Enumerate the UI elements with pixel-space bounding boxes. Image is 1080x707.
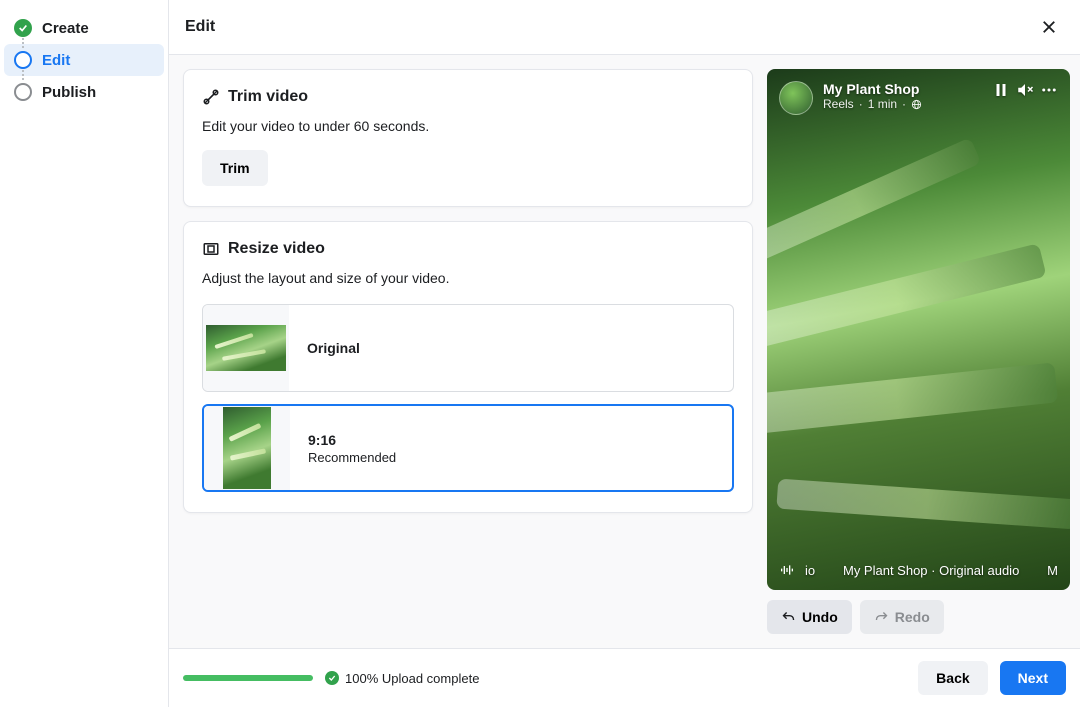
step-publish-label: Publish — [42, 84, 96, 101]
step-edit-label: Edit — [42, 52, 70, 69]
thumb-9-16 — [204, 406, 290, 490]
resize-icon — [202, 240, 220, 258]
back-button[interactable]: Back — [918, 661, 987, 695]
resize-option-original[interactable]: Original — [202, 304, 734, 392]
video-preview[interactable]: My Plant Shop Reels· 1 min· — [767, 69, 1070, 590]
avatar — [779, 81, 813, 115]
resize-option-9-16[interactable]: 9:16 Recommended — [202, 404, 734, 492]
thumb-original — [203, 305, 289, 391]
audio-text: My Plant Shop · Original audio — [825, 563, 1037, 578]
undo-icon — [781, 610, 796, 625]
footer: 100% Upload complete Back Next — [169, 648, 1080, 707]
trim-button[interactable]: Trim — [202, 150, 268, 186]
redo-icon — [874, 610, 889, 625]
trim-icon — [202, 88, 220, 106]
circle-icon — [14, 83, 32, 101]
circle-icon — [14, 51, 32, 69]
undo-button[interactable]: Undo — [767, 600, 852, 634]
close-icon — [1040, 18, 1058, 36]
header: Edit — [169, 0, 1080, 55]
upload-status-text: 100% Upload complete — [345, 671, 479, 686]
resize-desc: Adjust the layout and size of your video… — [202, 270, 734, 286]
upload-progress — [183, 675, 313, 681]
close-button[interactable] — [1034, 12, 1064, 42]
resize-title: Resize video — [228, 240, 325, 258]
trim-desc: Edit your video to under 60 seconds. — [202, 118, 734, 134]
step-create[interactable]: Create — [4, 12, 164, 44]
page-title: Edit — [185, 18, 215, 36]
pause-icon[interactable] — [992, 81, 1010, 99]
resize-card: Resize video Adjust the layout and size … — [183, 221, 753, 513]
next-button[interactable]: Next — [1000, 661, 1066, 695]
trim-title: Trim video — [228, 88, 308, 106]
step-edit[interactable]: Edit — [4, 44, 164, 76]
option-ratio-label: 9:16 — [308, 432, 396, 448]
audio-icon — [779, 562, 795, 578]
option-reco-label: Recommended — [308, 450, 396, 465]
check-icon — [325, 671, 339, 685]
step-create-label: Create — [42, 20, 89, 37]
preview-meta: Reels· 1 min· — [823, 97, 982, 111]
redo-button[interactable]: Redo — [860, 600, 944, 634]
volume-muted-icon[interactable] — [1016, 81, 1034, 99]
trim-card: Trim video Edit your video to under 60 s… — [183, 69, 753, 207]
preview-name: My Plant Shop — [823, 81, 982, 97]
sidebar: Create Edit Publish — [0, 0, 169, 707]
more-icon[interactable] — [1040, 81, 1058, 99]
step-publish[interactable]: Publish — [4, 76, 164, 108]
option-original-label: Original — [307, 340, 360, 356]
check-icon — [14, 19, 32, 37]
globe-icon — [911, 99, 922, 110]
